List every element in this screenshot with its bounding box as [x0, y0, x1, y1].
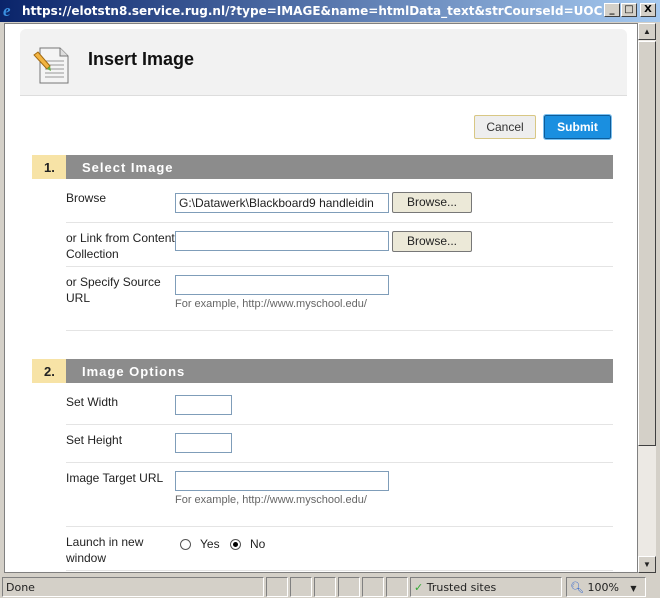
link-label: or Link from Content Collection	[66, 231, 175, 261]
status-pane	[314, 577, 336, 597]
page-header: Insert Image	[20, 29, 627, 96]
status-pane	[338, 577, 360, 597]
height-label: Set Height	[66, 433, 123, 447]
checkmark-icon: ✓	[414, 581, 424, 594]
launch-yes-radio[interactable]	[180, 539, 191, 550]
chevron-down-icon: ▼	[630, 584, 637, 593]
document-pencil-icon	[33, 47, 69, 84]
scroll-up-button[interactable]: ▲	[638, 23, 656, 40]
divider	[66, 570, 613, 571]
divider	[66, 424, 613, 425]
browse-file-button[interactable]: Browse...	[392, 192, 472, 213]
divider	[66, 266, 613, 267]
browse-collection-button[interactable]: Browse...	[392, 231, 472, 252]
zoom-icon: 🔍︎	[570, 581, 584, 594]
status-pane	[386, 577, 408, 597]
window-title: https://elotstn8.service.rug.nl/?type=IM…	[22, 4, 602, 18]
width-input[interactable]	[175, 395, 232, 415]
launch-no-label: No	[250, 537, 266, 551]
source-url-hint: For example, http://www.myschool.edu/	[175, 298, 367, 310]
title-bar: e https://elotstn8.service.rug.nl/?type=…	[0, 0, 660, 22]
browse-file-input[interactable]: G:\Datawerk\Blackboard9 handleidin	[175, 193, 389, 213]
maximize-button[interactable]: □	[621, 3, 637, 17]
target-url-label: Image Target URL	[66, 471, 164, 485]
zoom-level: 100%	[587, 581, 619, 594]
section-2-number: 2.	[32, 359, 66, 383]
section-1-title: Select Image	[66, 155, 613, 179]
divider	[66, 222, 613, 223]
minimize-button[interactable]: _	[604, 3, 620, 17]
security-zone[interactable]: ✓ Trusted sites	[410, 577, 562, 597]
launch-yes-label: Yes	[200, 537, 220, 551]
section-1-number: 1.	[32, 155, 66, 179]
status-pane	[266, 577, 288, 597]
target-url-hint: For example, http://www.myschool.edu/	[175, 494, 367, 506]
width-label: Set Width	[66, 395, 119, 409]
source-url-label: or Specify Source URL	[66, 275, 161, 305]
target-url-input[interactable]	[175, 471, 389, 491]
cancel-button[interactable]: Cancel	[474, 115, 536, 139]
content-collection-input[interactable]	[175, 231, 389, 251]
page-title: Insert Image	[88, 49, 195, 69]
status-bar: Done ✓ Trusted sites 🔍︎ 100% ▼	[0, 576, 660, 598]
zoom-control[interactable]: 🔍︎ 100% ▼	[566, 577, 646, 597]
section-2-title: Image Options	[66, 359, 613, 383]
launch-no-radio[interactable]	[230, 539, 241, 550]
close-button[interactable]: X	[640, 3, 656, 17]
status-text: Done	[2, 577, 264, 597]
browse-label: Browse	[66, 191, 107, 205]
submit-button[interactable]: Submit	[543, 114, 612, 140]
status-pane	[362, 577, 384, 597]
zone-label: Trusted sites	[426, 581, 497, 594]
height-input[interactable]	[175, 433, 232, 453]
source-url-input[interactable]	[175, 275, 389, 295]
vertical-scrollbar[interactable]: ▲ ▼	[638, 23, 656, 573]
divider	[66, 462, 613, 463]
divider	[66, 330, 613, 331]
scroll-down-button[interactable]: ▼	[638, 556, 656, 573]
ie-icon: e	[3, 1, 11, 20]
divider	[66, 526, 613, 527]
status-pane	[290, 577, 312, 597]
launch-label: Launch in new window	[66, 535, 144, 565]
scroll-thumb[interactable]	[638, 41, 656, 446]
page-content: Insert Image Cancel Submit 1. Select Ima…	[4, 23, 638, 573]
